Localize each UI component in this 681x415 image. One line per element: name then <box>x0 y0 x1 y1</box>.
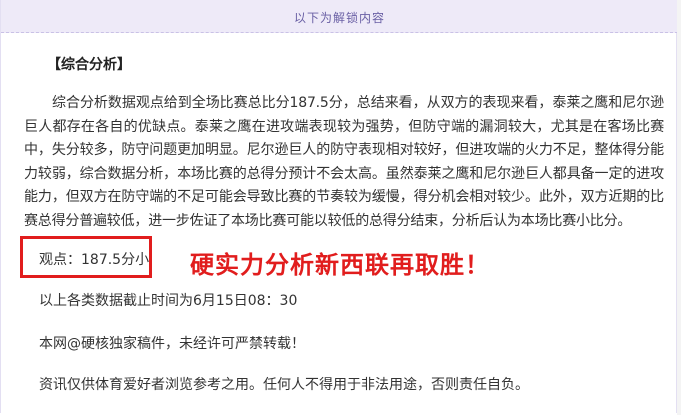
promo-headline: 硬实力分析新西联再取胜！ <box>190 251 490 279</box>
data-cutoff-note: 以上各类数据截止时间为6月15日08：30 <box>39 293 298 309</box>
scrollbar[interactable] <box>677 0 681 415</box>
unlock-banner: 以下为解锁内容 <box>1 0 678 33</box>
section-heading: 【综合分析】 <box>47 57 131 73</box>
content-frame: 以下为解锁内容 【综合分析】 综合分析数据观点给到全场比赛总比分187.5分，总… <box>0 0 678 413</box>
unlock-banner-text: 以下为解锁内容 <box>293 11 385 25</box>
analysis-paragraph: 综合分析数据观点给到全场比赛总比分187.5分，总结来看，从双方的表现来看，泰莱… <box>24 95 664 229</box>
viewpoint-text: 观点：187.5分小 <box>39 252 150 268</box>
disclaimer-note: 资讯仅供体育爱好者浏览参考之用。任何人不得用于非法用途，否则责任自负。 <box>39 377 529 393</box>
copyright-note: 本网@硬核独家稿件，未经许可严禁转载！ <box>39 336 305 352</box>
